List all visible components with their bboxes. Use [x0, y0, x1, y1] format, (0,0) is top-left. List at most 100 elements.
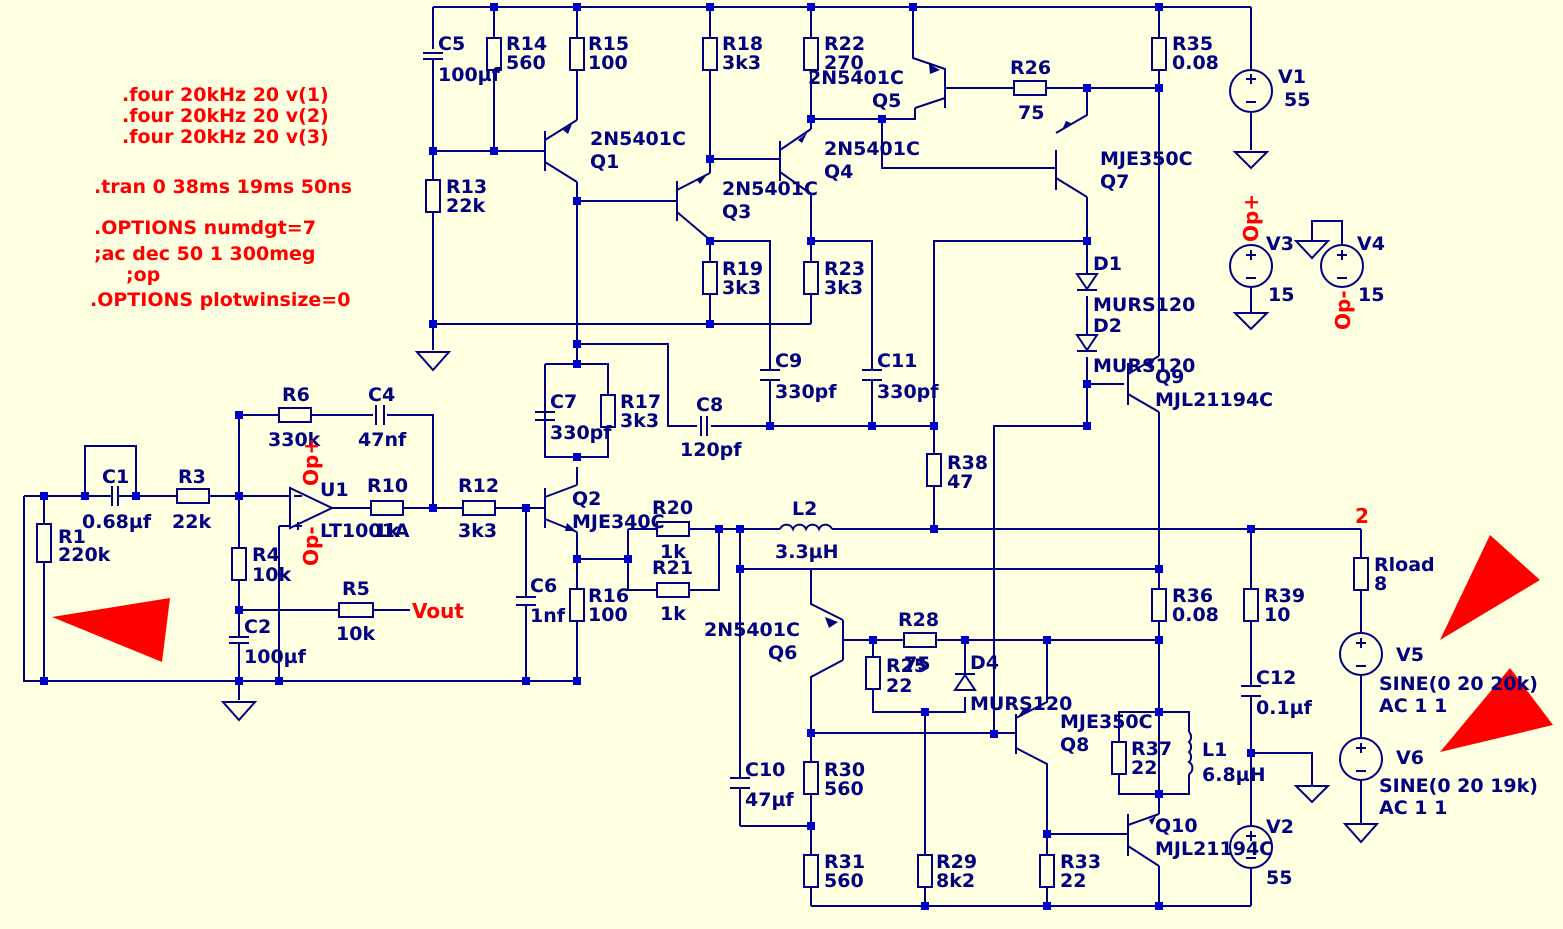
- R19-value: 3k3: [722, 277, 761, 299]
- R36-value: 0.08: [1172, 604, 1219, 626]
- junction-dot: [132, 492, 140, 500]
- junction-dot: [573, 340, 581, 348]
- junction-dot: [930, 422, 938, 430]
- R30-value: 560: [824, 778, 864, 800]
- C8-ref: C8: [696, 394, 723, 416]
- junction-dot: [921, 708, 929, 716]
- junction-dot: [715, 525, 723, 533]
- junction-dot: [1083, 237, 1091, 245]
- R26-ref: R26: [1010, 57, 1051, 79]
- schematic-svg[interactable]: .four 20kHz 20 v(1) .four 20kHz 20 v(2) …: [0, 0, 1563, 924]
- junction-dot: [706, 3, 714, 11]
- junction-dot: [81, 492, 89, 500]
- D2-symbol: [1075, 334, 1099, 352]
- C9-ref: C9: [775, 350, 802, 372]
- junction-dot: [1083, 422, 1091, 430]
- V4-ref: V4: [1357, 233, 1385, 255]
- R23-symbol: [803, 261, 819, 295]
- junction-dot: [706, 237, 714, 245]
- C11-value: 330pf: [877, 381, 939, 403]
- R10-ref: R10: [367, 475, 408, 497]
- junction-dot: [490, 147, 498, 155]
- R14-value: 560: [506, 52, 546, 74]
- R25-symbol: [865, 656, 881, 690]
- net-label-op-minus-u1: Op-: [299, 526, 323, 566]
- junction-dot: [1155, 565, 1163, 573]
- junction-dot: [706, 320, 714, 328]
- junction-dot: [766, 422, 774, 430]
- R37-value: 22: [1131, 757, 1157, 779]
- C1-symbol: [108, 486, 122, 506]
- V2-value: 55: [1266, 867, 1292, 889]
- junction-dot: [706, 155, 714, 163]
- C10-ref: C10: [745, 759, 785, 781]
- L1-ref: L1: [1202, 739, 1227, 761]
- C4-value: 47nf: [358, 429, 407, 451]
- ground-icon: [1232, 151, 1270, 170]
- D1-ref: D1: [1093, 253, 1122, 275]
- R3-ref: R3: [178, 466, 206, 488]
- directive-op: ;op: [126, 264, 160, 286]
- C10-value: 47µf: [745, 789, 794, 811]
- R6-symbol: [278, 407, 312, 423]
- junction-dot: [1043, 636, 1051, 644]
- R12-symbol: [462, 500, 496, 516]
- R22-symbol: [803, 37, 819, 71]
- junction-dot: [1155, 3, 1163, 11]
- schematic-canvas[interactable]: .four 20kHz 20 v(1) .four 20kHz 20 v(2) …: [0, 0, 1563, 924]
- R1-symbol: [36, 523, 52, 563]
- C4-ref: C4: [368, 384, 395, 406]
- R39-value: 10: [1264, 604, 1290, 626]
- C6-value: 1nf: [530, 605, 566, 627]
- junction-dot: [522, 504, 530, 512]
- probe-arrow-left: [52, 598, 170, 662]
- C9-value: 330pf: [775, 381, 837, 403]
- R3-value: 22k: [172, 511, 211, 533]
- R26-value: 75: [1018, 102, 1044, 124]
- Q3-ref: Q3: [722, 201, 751, 223]
- C5-ref: C5: [438, 33, 465, 55]
- C7-value: 330pf: [550, 422, 612, 444]
- ground-icon: [1232, 312, 1270, 331]
- R20-ref: R20: [652, 497, 693, 519]
- probe-arrow-right-top: [1440, 535, 1540, 640]
- ground-icon: [1342, 823, 1380, 844]
- junction-dot: [961, 636, 969, 644]
- V5-symbol: [1339, 632, 1383, 676]
- V4-value: 15: [1358, 284, 1384, 306]
- junction-dot: [522, 677, 530, 685]
- D4-value: MURS120: [970, 693, 1072, 715]
- junction-dot: [573, 453, 581, 461]
- R6-ref: R6: [282, 384, 310, 406]
- V5-value: SINE(0 20 20k): [1379, 673, 1538, 695]
- C8-symbol: [700, 416, 708, 436]
- junction-dot: [1083, 84, 1091, 92]
- R12-value: 3k3: [458, 520, 497, 542]
- directive-tran: .tran 0 38ms 19ms 50ns: [94, 176, 352, 198]
- ground-icon: [414, 351, 452, 372]
- Q6-value: 2N5401C: [704, 619, 800, 641]
- junction-dot: [573, 677, 581, 685]
- R25-value: 22: [886, 675, 912, 697]
- R29-symbol: [917, 854, 933, 888]
- R4-value: 10k: [252, 564, 291, 586]
- R5-ref: R5: [342, 578, 370, 600]
- V5-ac: AC 1 1: [1379, 695, 1447, 717]
- Q9-ref: Q9: [1155, 366, 1184, 388]
- Q3-symbol: [676, 172, 711, 241]
- C12-value: 0.1µf: [1256, 697, 1313, 719]
- R4-ref: R4: [252, 544, 280, 566]
- junction-dot: [736, 565, 744, 573]
- junction-dot: [573, 197, 581, 205]
- R33-value: 22: [1060, 870, 1086, 892]
- R18-value: 3k3: [722, 52, 761, 74]
- junction-dot: [921, 902, 929, 910]
- D1-symbol: [1075, 273, 1099, 291]
- Q10-ref: Q10: [1155, 815, 1198, 837]
- junction-dot: [807, 237, 815, 245]
- junction-dot: [275, 677, 283, 685]
- Rload-value: 8: [1374, 573, 1387, 595]
- junction-dot: [1155, 636, 1163, 644]
- V3-symbol: [1229, 244, 1273, 313]
- V1-symbol: [1229, 69, 1273, 113]
